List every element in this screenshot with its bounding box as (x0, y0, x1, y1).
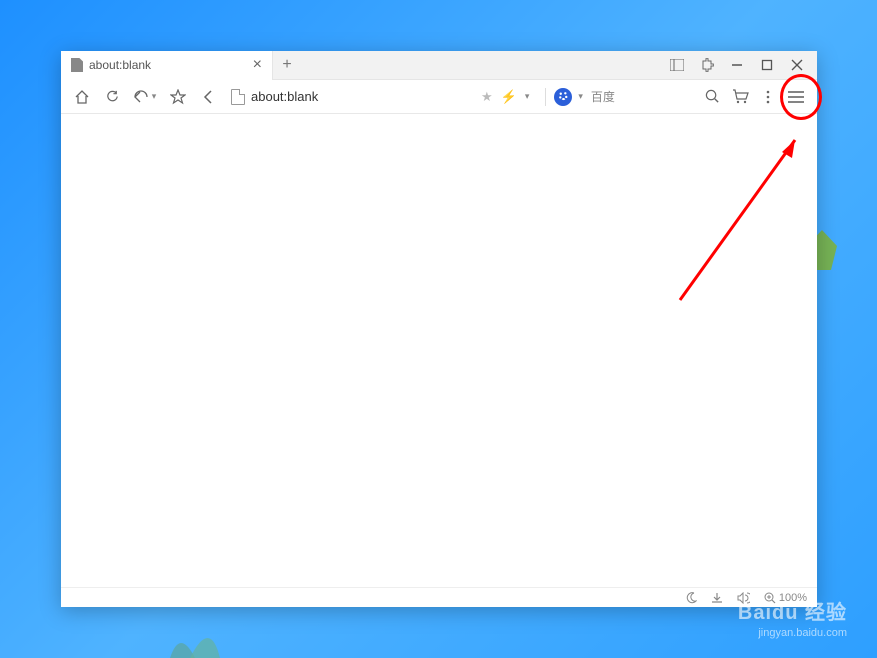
chevron-down-icon[interactable]: ▾ (525, 91, 530, 102)
search-engine-label: 百度 (591, 88, 615, 105)
search-engine-selector[interactable]: ▾ 百度 (554, 88, 615, 106)
address-bar[interactable]: about:blank (231, 89, 469, 105)
back-nav-button[interactable] (195, 84, 221, 110)
page-icon (71, 58, 83, 72)
chevron-down-icon: ▾ (578, 91, 583, 102)
desktop-plant-decor (160, 598, 280, 658)
right-toolbar (699, 84, 809, 110)
home-button[interactable] (69, 84, 95, 110)
tab-active[interactable]: about:blank × (61, 51, 273, 80)
maximize-button[interactable] (753, 53, 781, 77)
star-icon[interactable]: ★ (481, 89, 493, 105)
page-content (61, 114, 817, 587)
new-tab-button[interactable]: + (273, 51, 301, 80)
watermark-brand: Baidu 经验 (738, 600, 847, 626)
refresh-button[interactable] (99, 84, 125, 110)
cart-button[interactable] (727, 84, 753, 110)
baidu-logo-icon (554, 88, 572, 106)
toolbar: ▾ about:blank ★ ⚡ ▾ ▾ 百度 (61, 80, 817, 114)
extensions-icon[interactable] (693, 53, 721, 77)
browser-window: about:blank × + (61, 51, 817, 607)
watermark-url: jingyan.baidu.com (738, 626, 847, 640)
tab-strip: about:blank × + (61, 51, 817, 80)
address-actions: ★ ⚡ ▾ (473, 89, 537, 105)
night-mode-button[interactable] (685, 592, 697, 604)
sidebar-toggle-icon[interactable] (663, 53, 691, 77)
tab-title: about:blank (89, 58, 247, 72)
divider (545, 88, 546, 106)
back-button[interactable]: ▾ (129, 84, 161, 110)
close-tab-button[interactable]: × (253, 57, 262, 73)
page-file-icon (231, 89, 245, 105)
menu-button[interactable] (783, 84, 809, 110)
chevron-down-icon: ▾ (152, 91, 157, 102)
search-button[interactable] (699, 84, 725, 110)
address-text: about:blank (251, 89, 318, 104)
window-controls (663, 53, 817, 77)
favorite-button[interactable] (165, 84, 191, 110)
lightning-icon[interactable]: ⚡ (501, 89, 517, 105)
more-button[interactable] (755, 84, 781, 110)
download-button[interactable] (711, 592, 723, 604)
close-window-button[interactable] (783, 53, 811, 77)
minimize-button[interactable] (723, 53, 751, 77)
watermark: Baidu 经验 jingyan.baidu.com (738, 600, 847, 640)
